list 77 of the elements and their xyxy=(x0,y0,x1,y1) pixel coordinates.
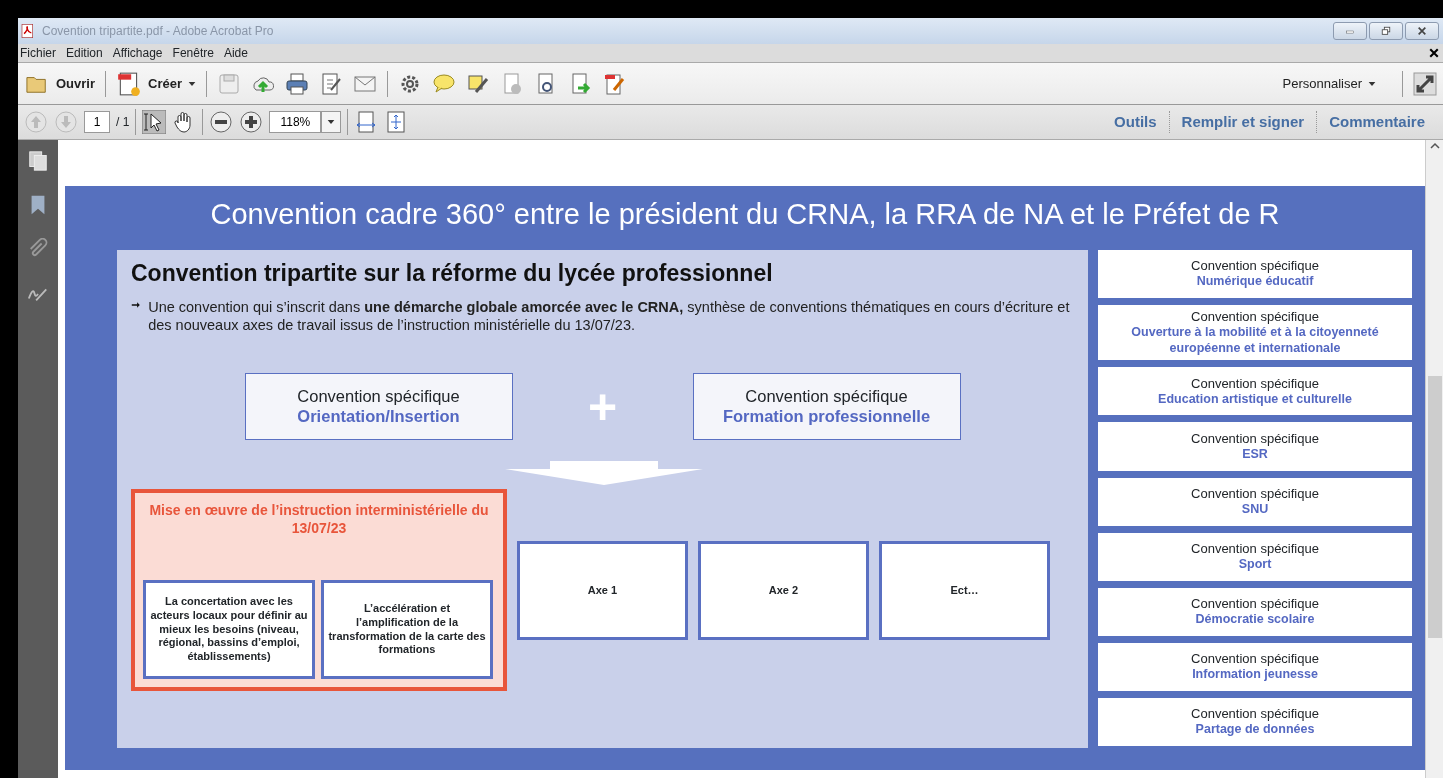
card-title: Mise en œuvre de l’instruction interministérielle du 13/07/23 xyxy=(148,501,490,538)
bullet-text: Une convention qui s’inscrit dans une démarche globale amorcée avec le CRNA, synthèse de conventions thématiques en cours d’écriture et des nouveaux axes de travail issus de l’instruction ministérielle du 13/07/23. xyxy=(148,297,1071,336)
customize-dropdown[interactable]: Personnaliser xyxy=(1282,73,1376,94)
caret-icon xyxy=(188,79,196,88)
pencil-document-button[interactable] xyxy=(319,71,343,96)
menu-item[interactable]: Fenêtre xyxy=(172,44,214,62)
zoom-dropdown-button[interactable] xyxy=(321,111,342,133)
card-label: Convention spécifique xyxy=(1191,706,1319,723)
pages-icon[interactable] xyxy=(27,150,49,172)
document-pen-button[interactable] xyxy=(602,71,626,96)
close-icon xyxy=(1416,26,1428,36)
card-topic: Ouverture à la mobilité et à la citoyenneté européenne et internationale xyxy=(1130,325,1380,357)
zoom-in-icon xyxy=(239,110,264,134)
open-button[interactable]: Ouvrir xyxy=(24,72,95,95)
restore-button[interactable] xyxy=(1369,22,1403,40)
pdf-icon xyxy=(20,23,36,39)
card-topic: Démocratie scolaire xyxy=(1195,612,1315,628)
page-number-field[interactable]: 1 xyxy=(84,111,110,133)
window-title: Covention tripartite.pdf - Adobe Acrobat Pro xyxy=(42,23,274,40)
menu-item[interactable]: Affichage xyxy=(112,44,163,62)
document-pen-icon xyxy=(602,71,626,96)
pane-button[interactable]: Outils xyxy=(1102,110,1169,134)
card-label: Convention spécifique xyxy=(1191,650,1319,668)
create-button[interactable]: Créer xyxy=(116,70,196,97)
axis-card: Axe 1 xyxy=(517,540,688,640)
card-topic: SNU xyxy=(1241,501,1269,518)
menu-item[interactable]: Aide xyxy=(223,44,248,62)
card-label: Convention spécifique xyxy=(1191,375,1319,392)
card-topic: Sport xyxy=(1238,557,1272,573)
card-topic: Partage de données xyxy=(1195,722,1315,738)
close-button[interactable] xyxy=(1429,48,1439,58)
card-topic: ESR xyxy=(1242,446,1268,463)
panel-heading: Convention tripartite sur la réforme du lycée professionnel xyxy=(131,260,774,288)
printer-button[interactable] xyxy=(285,71,309,96)
scrollbar[interactable] xyxy=(1425,140,1443,778)
pane-button[interactable]: Commentaire xyxy=(1316,110,1437,134)
card-label: Convention spécifique xyxy=(1191,485,1319,502)
zoom-out-button[interactable] xyxy=(209,110,234,134)
axis-card: Axe 2 xyxy=(698,540,869,640)
scrollbar-thumb[interactable] xyxy=(1427,376,1442,638)
zoom-in-button[interactable] xyxy=(239,110,264,134)
expand-arrows-button[interactable] xyxy=(1413,71,1437,96)
card-topic: Orientation/Insertion xyxy=(297,406,460,427)
card-label: Convention spécifique xyxy=(1191,595,1319,613)
card-topic: Formation professionnelle xyxy=(722,406,931,427)
card-topic: Numérique éducatif xyxy=(1196,274,1314,290)
speech-bubble-icon xyxy=(432,71,456,96)
pane-button[interactable]: Remplir et signer xyxy=(1168,110,1317,134)
menu-item[interactable]: Fichier xyxy=(20,44,56,62)
card-label: Convention spécifique xyxy=(1191,309,1319,326)
caret-icon xyxy=(1368,79,1376,88)
action-card: La concertation avec les acteurs locaux pour définir au mieux les besoins (niveau, régional, bassins d’emploi, établissements) xyxy=(143,580,315,680)
card-topic: Information jeunesse xyxy=(1192,667,1318,683)
zoom-out-icon xyxy=(209,110,234,134)
slide-title: Convention cadre 360° entre le président du CRNA, la RRA de NA et le Préfet de R xyxy=(209,197,1281,232)
card-label: Convention spécifique xyxy=(745,387,908,407)
axis-card: Ect… xyxy=(879,540,1050,640)
action-card: L’accélération et l’amplification de la transformation de la carte des formations xyxy=(321,580,493,680)
card-label: Convention spécifique xyxy=(1191,430,1319,447)
printer-icon xyxy=(285,71,309,96)
close-icon xyxy=(1429,48,1439,58)
zoom-field[interactable]: 118% xyxy=(269,111,322,133)
card-label: Convention spécifique xyxy=(1191,258,1319,275)
caret-icon xyxy=(327,118,336,126)
plus-sign: + xyxy=(586,381,619,432)
card-topic: Education artistique et culturelle xyxy=(1158,391,1352,408)
expand-arrows-icon xyxy=(1413,71,1437,96)
card-label: Convention spécifique xyxy=(297,387,460,407)
minimize-button[interactable] xyxy=(1333,22,1367,40)
card-label: Convention spécifique xyxy=(1191,540,1319,558)
select-cursor-button[interactable] xyxy=(142,110,167,134)
select-cursor-icon xyxy=(142,110,167,134)
pencil-document-icon xyxy=(319,71,343,96)
page-total: / 1 xyxy=(116,114,130,131)
restore-icon xyxy=(1380,26,1392,36)
speech-bubble-button[interactable] xyxy=(432,71,456,96)
menu-item[interactable]: Edition xyxy=(66,44,103,62)
